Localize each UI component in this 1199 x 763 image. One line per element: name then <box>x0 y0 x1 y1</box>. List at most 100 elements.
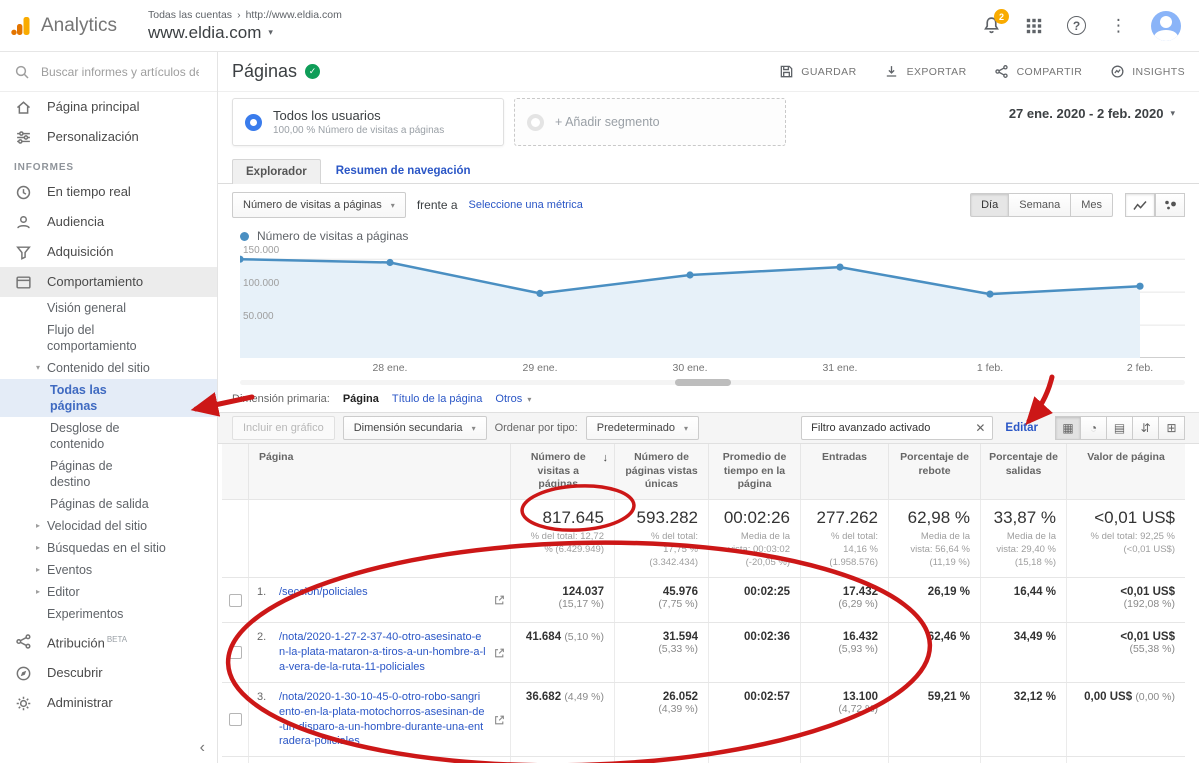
segment-all-users[interactable]: Todos los usuarios 100,00 % Número de vi… <box>232 98 504 146</box>
sidebar-item-site-speed[interactable]: ▸ Velocidad del sitio <box>0 515 217 537</box>
sidebar-item-customization[interactable]: Personalización <box>0 122 217 152</box>
property-selector[interactable]: www.eldia.com ▾ <box>148 23 342 43</box>
metric-dropdown[interactable]: Número de visitas a páginas ▾ <box>232 192 406 218</box>
chart-scrollbar[interactable] <box>240 378 1185 386</box>
more-options-button[interactable]: ⋮ <box>1110 16 1127 36</box>
sidebar-item-content-drilldown[interactable]: Desglose de contenido <box>0 417 217 455</box>
dimension-page-title-option[interactable]: Título de la página <box>392 393 483 405</box>
select-metric-link[interactable]: Seleccione una métrica <box>469 199 583 211</box>
column-header-entrances[interactable]: Entradas <box>800 444 888 499</box>
granularity-week-button[interactable]: Semana <box>1009 193 1071 217</box>
column-header-page[interactable]: Página <box>248 444 510 499</box>
page-url-link[interactable]: /nota/2020-1-30-10-45-0-otro-robo-sangri… <box>279 690 486 749</box>
sidebar-item-events[interactable]: ▸ Eventos <box>0 559 217 581</box>
sidebar-item-behavior[interactable]: Comportamiento <box>0 267 217 297</box>
granularity-month-button[interactable]: Mes <box>1071 193 1113 217</box>
vs-label: frente a <box>417 198 458 212</box>
caret-down-icon: ▾ <box>1170 108 1175 119</box>
sidebar-item-realtime[interactable]: En tiempo real <box>0 177 217 207</box>
sidebar-item-behavior-flow[interactable]: Flujo del comportamiento <box>0 319 217 357</box>
attribution-icon <box>14 633 32 651</box>
column-header-exit-rate[interactable]: Porcentaje de salidas <box>980 444 1066 499</box>
export-button[interactable]: EXPORTAR <box>883 63 967 81</box>
share-button[interactable]: COMPARTIR <box>993 63 1083 81</box>
avatar-person-icon <box>1160 16 1172 28</box>
dimension-other-option[interactable]: Otros ▾ <box>495 393 531 405</box>
performance-view-button[interactable]: ▤ <box>1107 416 1133 440</box>
sidebar-item-exit-pages[interactable]: Páginas de salida <box>0 493 217 515</box>
share-icon <box>993 63 1011 81</box>
granularity-day-button[interactable]: Día <box>970 193 1009 217</box>
notification-badge: 2 <box>994 9 1009 24</box>
person-icon <box>14 213 32 231</box>
external-link-icon[interactable] <box>494 714 505 725</box>
sidebar-search[interactable] <box>0 52 217 92</box>
search-icon <box>14 64 30 80</box>
sidebar-item-all-pages[interactable]: Todas las páginas <box>0 379 217 417</box>
breadcrumb[interactable]: Todas las cuentas › http://www.eldia.com <box>148 9 342 21</box>
clear-filter-icon[interactable]: ✕ <box>968 417 992 439</box>
sidebar-item-site-search[interactable]: ▸ Búsquedas en el sitio <box>0 537 217 559</box>
motion-chart-view-button[interactable] <box>1155 193 1185 217</box>
avatar[interactable] <box>1151 11 1181 41</box>
sidebar-item-home[interactable]: Página principal <box>0 92 217 122</box>
chart-scrollbar-thumb[interactable] <box>675 379 731 386</box>
percentage-view-button[interactable]: ◔ <box>1081 416 1107 440</box>
column-header-unique-views[interactable]: Número de páginas vistas únicas <box>614 444 708 499</box>
plot-rows-button[interactable]: Incluir en gráfico <box>232 416 335 440</box>
insights-button[interactable]: INSIGHTS <box>1108 63 1185 81</box>
sidebar-item-behavior-overview[interactable]: Visión general <box>0 297 217 319</box>
sidebar-item-attribution[interactable]: AtribuciónBETA <box>0 625 217 658</box>
dimension-page-option[interactable]: Página <box>343 393 379 405</box>
caret-down-icon: ▾ <box>684 424 688 433</box>
sort-type-dropdown[interactable]: Predeterminado ▾ <box>586 416 699 440</box>
row-checkbox[interactable] <box>229 713 242 726</box>
primary-dimension-label: Dimensión primaria: <box>232 393 330 405</box>
sidebar-item-publisher[interactable]: ▸ Editor <box>0 581 217 603</box>
tab-navigation-summary[interactable]: Resumen de navegación <box>323 159 484 183</box>
column-header-page-value[interactable]: Valor de página <box>1066 444 1185 499</box>
summary-exit-rate: 33,87 % Media de la vista: 29,40 % (15,1… <box>980 500 1066 577</box>
column-header-visits[interactable]: Número de visitas a páginas↓ <box>510 444 614 499</box>
add-segment-button[interactable]: + Añadir segmento <box>514 98 786 146</box>
row-checkbox[interactable] <box>229 646 242 659</box>
x-axis-tick-label: 28 ene. <box>372 362 407 374</box>
segment-radio-icon <box>245 114 262 131</box>
date-range-picker[interactable]: 27 ene. 2020 - 2 feb. 2020 ▾ <box>1009 106 1175 121</box>
page-url-link[interactable]: /seccion/policiales <box>279 585 368 615</box>
sidebar-item-discover[interactable]: Descubrir <box>0 658 217 688</box>
notifications-button[interactable]: 2 <box>982 16 1001 35</box>
chevron-expanded-icon: ▾ <box>36 360 47 376</box>
collapse-sidebar-button[interactable]: ‹ <box>200 739 205 757</box>
comparison-view-button[interactable]: ⇵ <box>1133 416 1159 440</box>
sidebar-item-site-content[interactable]: ▾ Contenido del sitio <box>0 357 217 379</box>
edit-filter-link[interactable]: Editar <box>1005 422 1038 434</box>
data-view-button[interactable]: ▦ <box>1055 416 1081 440</box>
sidebar-item-admin[interactable]: Administrar <box>0 688 217 718</box>
apps-grid-button[interactable] <box>1025 17 1043 35</box>
save-button[interactable]: GUARDAR <box>777 63 856 81</box>
external-link-icon[interactable] <box>494 595 505 606</box>
column-header-bounce-rate[interactable]: Porcentaje de rebote <box>888 444 980 499</box>
summary-visits: 817.645 % del total: 12,72 % (6.429.949) <box>510 500 614 577</box>
secondary-dimension-dropdown[interactable]: Dimensión secundaria ▾ <box>343 416 487 440</box>
line-chart-view-button[interactable] <box>1125 193 1155 217</box>
help-button[interactable]: ? <box>1067 16 1086 35</box>
sidebar-item-acquisition[interactable]: Adquisición <box>0 237 217 267</box>
advanced-filter-chip[interactable]: Filtro avanzado activado ✕ <box>801 416 993 440</box>
sidebar-item-experiments[interactable]: Experimentos <box>0 603 217 625</box>
x-axis-tick-label: 2 feb. <box>1127 362 1153 374</box>
external-link-icon[interactable] <box>494 647 505 658</box>
pivot-view-button[interactable]: ⊞ <box>1159 416 1185 440</box>
line-chart-plot[interactable]: 50.000100.000150.000 <box>240 246 1185 358</box>
search-input[interactable] <box>41 65 199 79</box>
sidebar-item-landing-pages[interactable]: Páginas de destino <box>0 455 217 493</box>
tab-explorer[interactable]: Explorador <box>232 159 321 184</box>
sidebar-item-audience[interactable]: Audiencia <box>0 207 217 237</box>
column-header-avg-time[interactable]: Promedio de tiempo en la página <box>708 444 800 499</box>
data-quality-check-icon[interactable]: ✓ <box>305 64 320 79</box>
gear-icon <box>14 694 32 712</box>
row-checkbox[interactable] <box>229 594 242 607</box>
analytics-logo[interactable]: Analytics <box>10 15 138 37</box>
page-url-link[interactable]: /nota/2020-1-27-2-37-40-otro-asesinato-e… <box>279 630 486 675</box>
